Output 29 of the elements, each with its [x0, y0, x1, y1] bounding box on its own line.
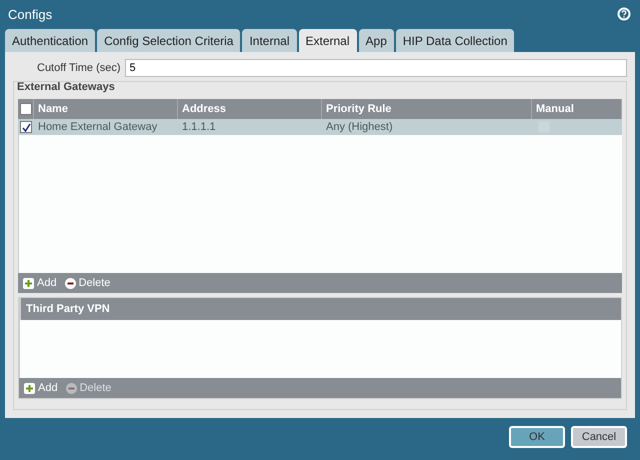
checkbox[interactable]	[20, 103, 32, 115]
remove-icon	[66, 382, 77, 394]
table-cell: 1.1.1.1	[178, 119, 322, 135]
help-icon[interactable]	[617, 7, 631, 21]
cancel-button[interactable]: Cancel	[571, 426, 627, 448]
window-title: Configs	[8, 6, 52, 22]
add-button[interactable]: Add	[23, 277, 57, 289]
table-cell: Home External Gateway	[34, 119, 178, 135]
column-header[interactable]: Name	[34, 99, 178, 119]
section-title: Third Party VPN	[26, 303, 110, 315]
ok-button[interactable]: OK	[509, 426, 565, 448]
remove-icon	[64, 278, 76, 288]
tab[interactable]: Internal	[242, 29, 296, 52]
delete-button[interactable]: Delete	[64, 277, 110, 289]
add-button[interactable]: Add	[24, 382, 58, 394]
table-cell: Any (Highest)	[322, 119, 532, 135]
section-title: External Gateways	[17, 81, 115, 93]
add-icon	[23, 278, 34, 288]
field-label: Cutoff Time (sec)	[37, 62, 121, 74]
tab[interactable]: App	[358, 29, 394, 52]
cutoff-time-field[interactable]: 5	[124, 59, 627, 77]
column-header[interactable]: Address	[178, 99, 322, 119]
add-icon	[24, 382, 35, 394]
column-header[interactable]: Manual	[532, 99, 622, 119]
tab[interactable]: External	[298, 29, 357, 52]
tab[interactable]: Authentication	[5, 29, 96, 52]
column-header[interactable]: Priority Rule	[322, 99, 532, 119]
tab[interactable]: HIP Data Collection	[396, 29, 514, 52]
tab[interactable]: Config Selection Criteria	[97, 29, 240, 52]
